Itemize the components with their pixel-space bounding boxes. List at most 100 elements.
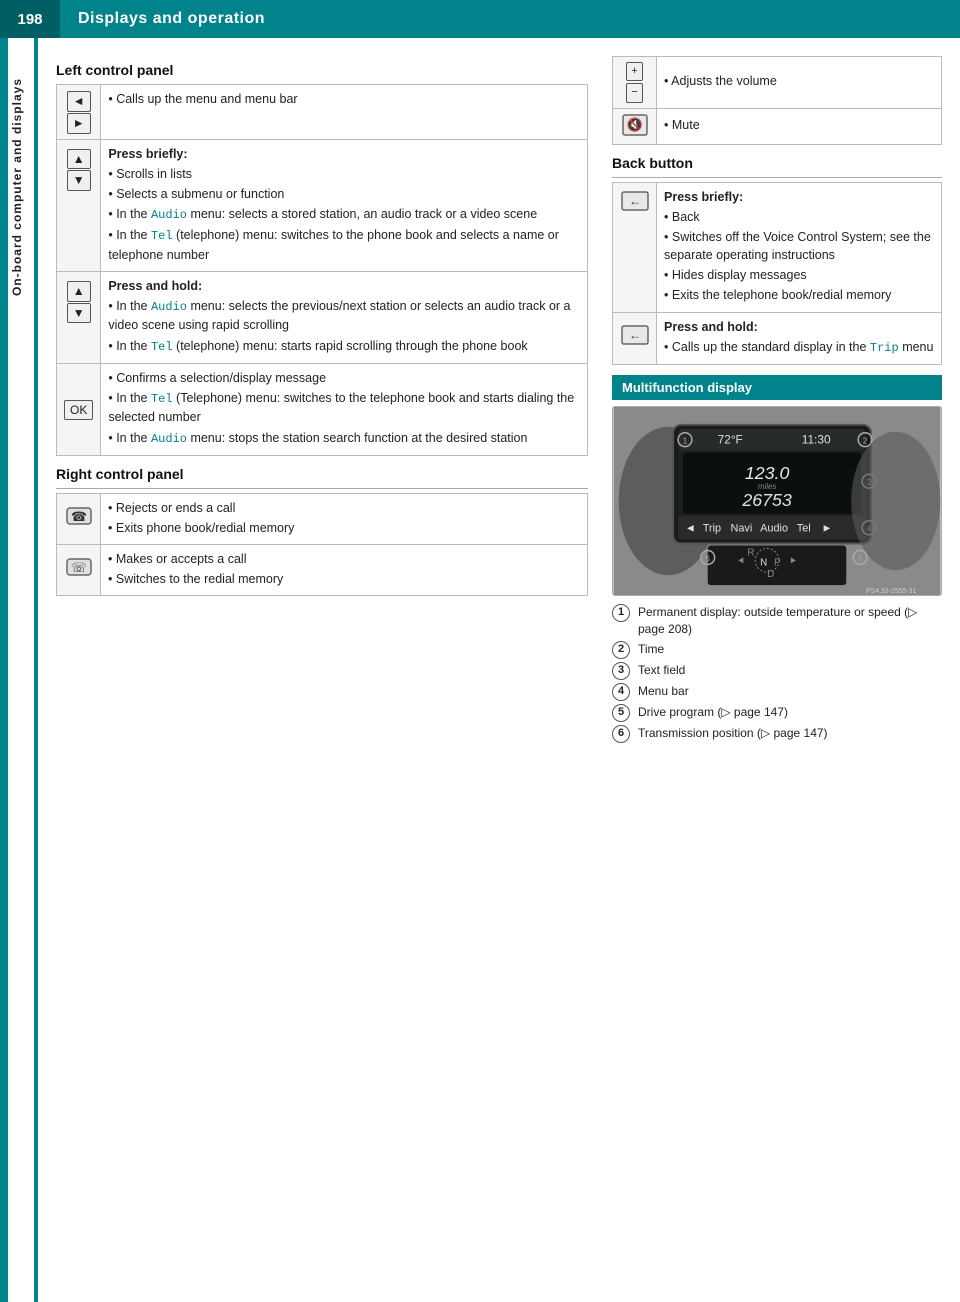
list-item: Makes or accepts a call bbox=[108, 550, 580, 568]
svg-text:PS4.33-2555-31: PS4.33-2555-31 bbox=[866, 588, 916, 595]
svg-text:←: ← bbox=[629, 194, 641, 208]
prevnext-desc: Calls up the menu and menu bar bbox=[101, 85, 588, 140]
right-column: + − Adjusts the volume 🔇 bbox=[612, 56, 942, 1292]
legend-item-3: 3 Text field bbox=[612, 662, 942, 680]
ok-icon: OK bbox=[64, 400, 93, 421]
minus-icon: − bbox=[626, 83, 642, 102]
legend-num-6: 6 bbox=[612, 725, 630, 743]
list-item: Switches to the redial memory bbox=[108, 570, 580, 588]
icon-cell-updown2: ▲ ▼ bbox=[57, 271, 101, 363]
mfd-heading: Multifunction display bbox=[612, 375, 942, 400]
header-bar: 198 Displays and operation bbox=[0, 0, 960, 38]
plus-icon: + bbox=[626, 62, 642, 81]
svg-text:◄: ◄ bbox=[685, 523, 696, 535]
list-item: Back bbox=[664, 208, 934, 226]
list-item: In the Audio menu: stops the station sea… bbox=[108, 429, 580, 448]
end-call-icon: ☎ bbox=[65, 510, 93, 530]
audio-word3: Audio bbox=[151, 432, 187, 446]
next-icon: ► bbox=[67, 113, 91, 134]
list-item: Confirms a selection/display message bbox=[108, 369, 580, 387]
list-item: Mute bbox=[664, 118, 934, 132]
tel-word: Tel bbox=[151, 229, 173, 243]
svg-text:D: D bbox=[767, 569, 774, 580]
table-row: + − Adjusts the volume bbox=[613, 57, 942, 109]
back-btn-icon1: ← bbox=[621, 191, 649, 211]
svg-text:🔇: 🔇 bbox=[626, 117, 642, 132]
svg-text:2: 2 bbox=[863, 437, 867, 446]
page-number: 198 bbox=[0, 0, 60, 38]
section-divider bbox=[56, 488, 588, 489]
updown-press-hold-desc: Press and hold: In the Audio menu: selec… bbox=[101, 271, 588, 363]
svg-text:6: 6 bbox=[706, 554, 711, 563]
svg-text:R: R bbox=[747, 547, 754, 558]
plus-minus-icons: + − bbox=[620, 62, 649, 103]
list-item: Calls up the standard display in the Tri… bbox=[664, 338, 934, 357]
press-hold-label2: Press and hold: bbox=[664, 318, 934, 336]
legend-item-1: 1 Permanent display: outside temperature… bbox=[612, 604, 942, 638]
vol-plusminus-icon-cell: + − bbox=[613, 57, 657, 109]
list-item: In the Audio menu: selects a stored stat… bbox=[108, 205, 580, 224]
svg-text:26753: 26753 bbox=[741, 490, 792, 510]
tel-word2: Tel bbox=[151, 340, 173, 354]
list-item: Exits phone book/redial memory bbox=[108, 519, 580, 537]
mfd-svg: 1 72°F 11:30 2 123.0 miles 26753 bbox=[613, 407, 941, 595]
legend-item-5: 5 Drive program (▷ page 147) bbox=[612, 704, 942, 722]
legend-item-6: 6 Transmission position (▷ page 147) bbox=[612, 725, 942, 743]
left-control-table: ◄ ► Calls up the menu and menu bar ▲ ▼ bbox=[56, 84, 588, 456]
svg-text:123.0: 123.0 bbox=[745, 463, 790, 483]
sidebar: On-board computer and displays bbox=[0, 38, 38, 1302]
back-press-hold-desc: Press and hold: Calls up the standard di… bbox=[657, 312, 942, 365]
page-layout: On-board computer and displays Left cont… bbox=[0, 38, 960, 1302]
legend-text-4: Menu bar bbox=[638, 683, 689, 700]
ok-desc: Confirms a selection/display message In … bbox=[101, 363, 588, 455]
svg-text:N: N bbox=[760, 557, 767, 568]
list-item: Scrolls in lists bbox=[108, 165, 580, 183]
right-control-table: ☎ Rejects or ends a call Exits phone boo… bbox=[56, 493, 588, 597]
svg-text:Tel: Tel bbox=[797, 523, 811, 535]
right-control-panel-heading: Right control panel bbox=[56, 466, 588, 482]
trip-word: Trip bbox=[870, 341, 899, 355]
legend-item-2: 2 Time bbox=[612, 641, 942, 659]
left-column: Left control panel ◄ ► Calls up the menu… bbox=[56, 56, 588, 1292]
endcall-desc: Rejects or ends a call Exits phone book/… bbox=[101, 493, 588, 544]
legend-text-1: Permanent display: outside temperature o… bbox=[638, 604, 942, 638]
startcall-desc: Makes or accepts a call Switches to the … bbox=[101, 545, 588, 596]
legend-item-4: 4 Menu bar bbox=[612, 683, 942, 701]
mute-text: Mute bbox=[657, 108, 942, 144]
list-item: Hides display messages bbox=[664, 266, 934, 284]
svg-text:P: P bbox=[774, 557, 781, 568]
legend-text-6: Transmission position (▷ page 147) bbox=[638, 725, 828, 742]
down-icon: ▼ bbox=[67, 170, 91, 191]
svg-text:☎: ☎ bbox=[70, 509, 86, 524]
header-title: Displays and operation bbox=[60, 10, 265, 28]
svg-text:☏: ☏ bbox=[70, 560, 86, 575]
table-row: ← Press and hold: Calls up the standard … bbox=[613, 312, 942, 365]
svg-text:Trip: Trip bbox=[703, 523, 721, 535]
table-row: ▲ ▼ Press and hold: In the Audio menu: s… bbox=[57, 271, 588, 363]
press-hold-label: Press and hold: bbox=[108, 277, 580, 295]
icon-cell-endcall: ☎ bbox=[57, 493, 101, 544]
sidebar-accent bbox=[0, 38, 8, 1302]
tel-word3: Tel bbox=[151, 392, 173, 406]
list-item: Calls up the menu and menu bar bbox=[108, 90, 580, 108]
up-icon2: ▲ bbox=[67, 281, 91, 302]
press-briefly-label: Press briefly: bbox=[108, 145, 580, 163]
main-content: Left control panel ◄ ► Calls up the menu… bbox=[38, 38, 960, 1302]
audio-word2: Audio bbox=[151, 300, 187, 314]
section-divider2 bbox=[612, 177, 942, 178]
svg-text:Navi: Navi bbox=[730, 523, 752, 535]
list-item: Exits the telephone book/redial memory bbox=[664, 286, 934, 304]
list-item: In the Audio menu: selects the previous/… bbox=[108, 297, 580, 335]
sidebar-label: On-board computer and displays bbox=[10, 78, 24, 296]
list-item: In the Tel (telephone) menu: starts rapi… bbox=[108, 337, 580, 356]
svg-text:1: 1 bbox=[683, 437, 688, 446]
icon-cell-startcall: ☏ bbox=[57, 545, 101, 596]
table-row: ☏ Makes or accepts a call Switches to th… bbox=[57, 545, 588, 596]
table-row: ← Press briefly: Back Switches off the V… bbox=[613, 182, 942, 312]
back-btn-icon2: ← bbox=[621, 325, 649, 345]
left-control-panel-heading: Left control panel bbox=[56, 62, 588, 78]
table-row: OK Confirms a selection/display message … bbox=[57, 363, 588, 455]
svg-text:11:30: 11:30 bbox=[802, 433, 831, 447]
legend-num-2: 2 bbox=[612, 641, 630, 659]
back-icon-cell2: ← bbox=[613, 312, 657, 365]
